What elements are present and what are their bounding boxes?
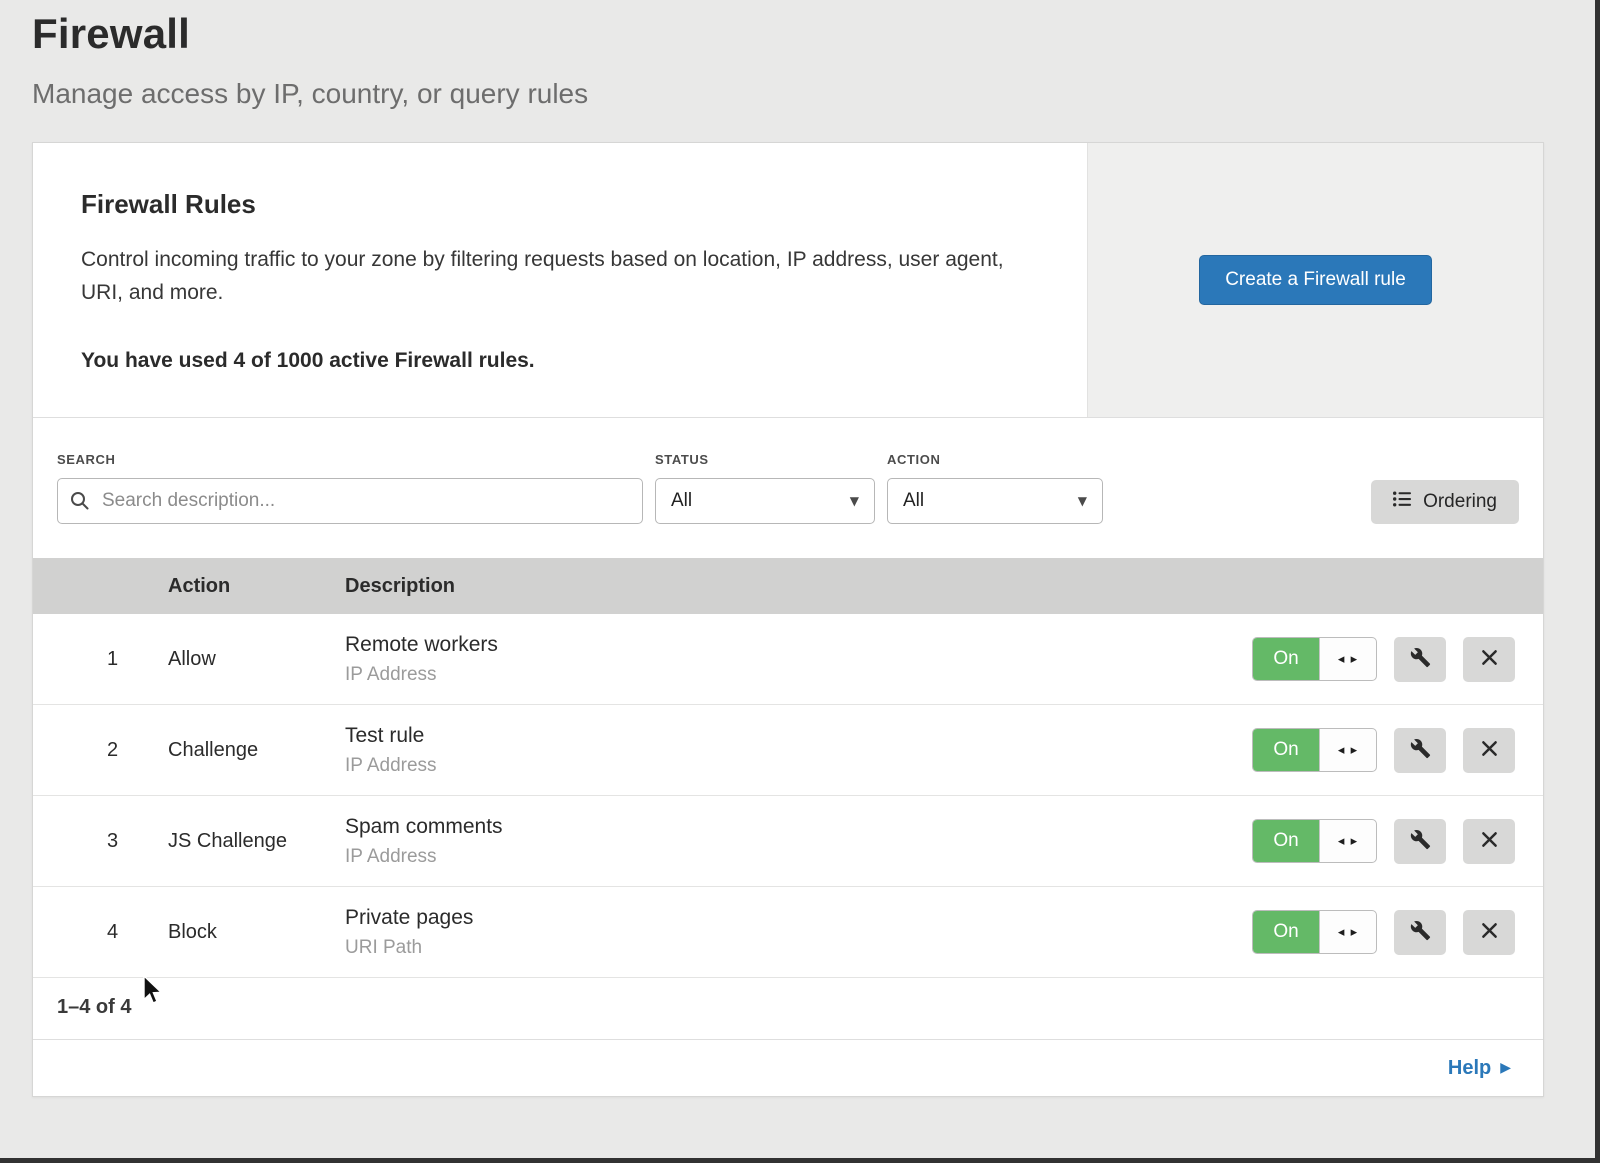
table-row: 2 Challenge Test rule IP Address On ◂ ▸ [33,705,1543,796]
search-icon [70,491,89,515]
help-link-label: Help [1448,1057,1491,1080]
edit-rule-button[interactable] [1394,819,1446,864]
toggle-state-label: On [1253,638,1319,680]
card-header: Firewall Rules Control incoming traffic … [33,143,1543,418]
rule-action: Challenge [168,739,345,762]
rule-priority: 3 [57,830,168,853]
chevron-down-icon: ▼ [1078,494,1087,508]
rule-enabled-toggle[interactable]: On ◂ ▸ [1252,819,1377,863]
rule-match-type: IP Address [345,846,1215,868]
ordering-button[interactable]: Ordering [1371,480,1519,524]
rule-enabled-toggle[interactable]: On ◂ ▸ [1252,910,1377,954]
toggle-arrows-icon[interactable]: ◂ ▸ [1319,638,1376,680]
create-rule-panel: Create a Firewall rule [1087,143,1543,417]
status-select[interactable]: All ▼ [655,478,875,524]
column-header-action: Action [168,575,345,598]
rule-action: Allow [168,648,345,671]
rule-controls: On ◂ ▸ [1215,637,1515,682]
filter-bar: SEARCH STATUS All ▼ ACTION All [33,418,1543,558]
close-icon [1481,922,1498,942]
card-footer: Help ▶ [33,1039,1543,1096]
list-ordering-icon [1393,491,1411,513]
page-title: Firewall [32,10,1544,58]
wrench-icon [1410,738,1431,762]
rule-description-cell: Spam comments IP Address [345,815,1215,868]
edit-rule-button[interactable] [1394,910,1446,955]
action-select[interactable]: All ▼ [887,478,1103,524]
card-description: Control incoming traffic to your zone by… [81,244,1031,309]
action-filter: ACTION All ▼ [887,452,1103,524]
toggle-arrows-icon[interactable]: ◂ ▸ [1319,820,1376,862]
toggle-arrows-icon[interactable]: ◂ ▸ [1319,911,1376,953]
table-row: 4 Block Private pages URI Path On ◂ ▸ [33,887,1543,978]
column-header-description: Description [345,575,1215,598]
rule-priority: 4 [57,921,168,944]
delete-rule-button[interactable] [1463,728,1515,773]
rule-match-type: IP Address [345,755,1215,777]
delete-rule-button[interactable] [1463,819,1515,864]
rule-description: Test rule [345,724,1215,748]
rule-description: Spam comments [345,815,1215,839]
rule-priority: 1 [57,648,168,671]
delete-rule-button[interactable] [1463,910,1515,955]
rule-match-type: IP Address [345,664,1215,686]
close-icon [1481,831,1498,851]
toggle-arrows-icon[interactable]: ◂ ▸ [1319,729,1376,771]
close-icon [1481,740,1498,760]
rule-description-cell: Remote workers IP Address [345,633,1215,686]
action-select-value: All [903,490,924,512]
rule-priority: 2 [57,739,168,762]
card-header-text: Firewall Rules Control incoming traffic … [33,143,1087,417]
rule-match-type: URI Path [345,937,1215,959]
toggle-state-label: On [1253,820,1319,862]
table-row: 3 JS Challenge Spam comments IP Address … [33,796,1543,887]
status-select-value: All [671,490,692,512]
wrench-icon [1410,829,1431,853]
toggle-state-label: On [1253,729,1319,771]
status-filter: STATUS All ▼ [655,452,875,524]
rule-description: Private pages [345,906,1215,930]
rule-controls: On ◂ ▸ [1215,819,1515,864]
rule-description: Remote workers [345,633,1215,657]
rule-enabled-toggle[interactable]: On ◂ ▸ [1252,728,1377,772]
help-link[interactable]: Help ▶ [1448,1057,1511,1080]
rule-enabled-toggle[interactable]: On ◂ ▸ [1252,637,1377,681]
rule-action: JS Challenge [168,830,345,853]
close-icon [1481,649,1498,669]
action-label: ACTION [887,452,1103,467]
usage-summary: You have used 4 of 1000 active Firewall … [81,349,1039,373]
help-arrow-icon: ▶ [1500,1060,1511,1076]
toggle-state-label: On [1253,911,1319,953]
ordering-button-label: Ordering [1423,491,1497,513]
edit-rule-button[interactable] [1394,637,1446,682]
edit-rule-button[interactable] [1394,728,1446,773]
search-input[interactable] [57,478,643,524]
table-body: 1 Allow Remote workers IP Address On ◂ ▸ [33,614,1543,978]
search-filter: SEARCH [57,452,643,524]
wrench-icon [1410,920,1431,944]
window-edge-bottom [0,1158,1600,1163]
chevron-down-icon: ▼ [850,494,859,508]
window-edge-right [1595,0,1600,1163]
create-firewall-rule-button[interactable]: Create a Firewall rule [1199,255,1432,305]
status-label: STATUS [655,452,875,467]
search-box [57,478,643,524]
rule-action: Block [168,921,345,944]
rule-description-cell: Test rule IP Address [345,724,1215,777]
delete-rule-button[interactable] [1463,637,1515,682]
firewall-page: Firewall Manage access by IP, country, o… [0,0,1600,1097]
wrench-icon [1410,647,1431,671]
rules-table: Action Description 1 Allow Remote worker… [33,558,1543,1039]
rule-controls: On ◂ ▸ [1215,910,1515,955]
card-heading: Firewall Rules [81,189,1039,220]
firewall-rules-card: Firewall Rules Control incoming traffic … [32,142,1544,1097]
rule-description-cell: Private pages URI Path [345,906,1215,959]
table-row: 1 Allow Remote workers IP Address On ◂ ▸ [33,614,1543,705]
rule-controls: On ◂ ▸ [1215,728,1515,773]
table-header-row: Action Description [33,558,1543,614]
pagination: 1–4 of 4 [33,978,1543,1039]
page-subtitle: Manage access by IP, country, or query r… [32,78,1544,110]
search-label: SEARCH [57,452,643,467]
